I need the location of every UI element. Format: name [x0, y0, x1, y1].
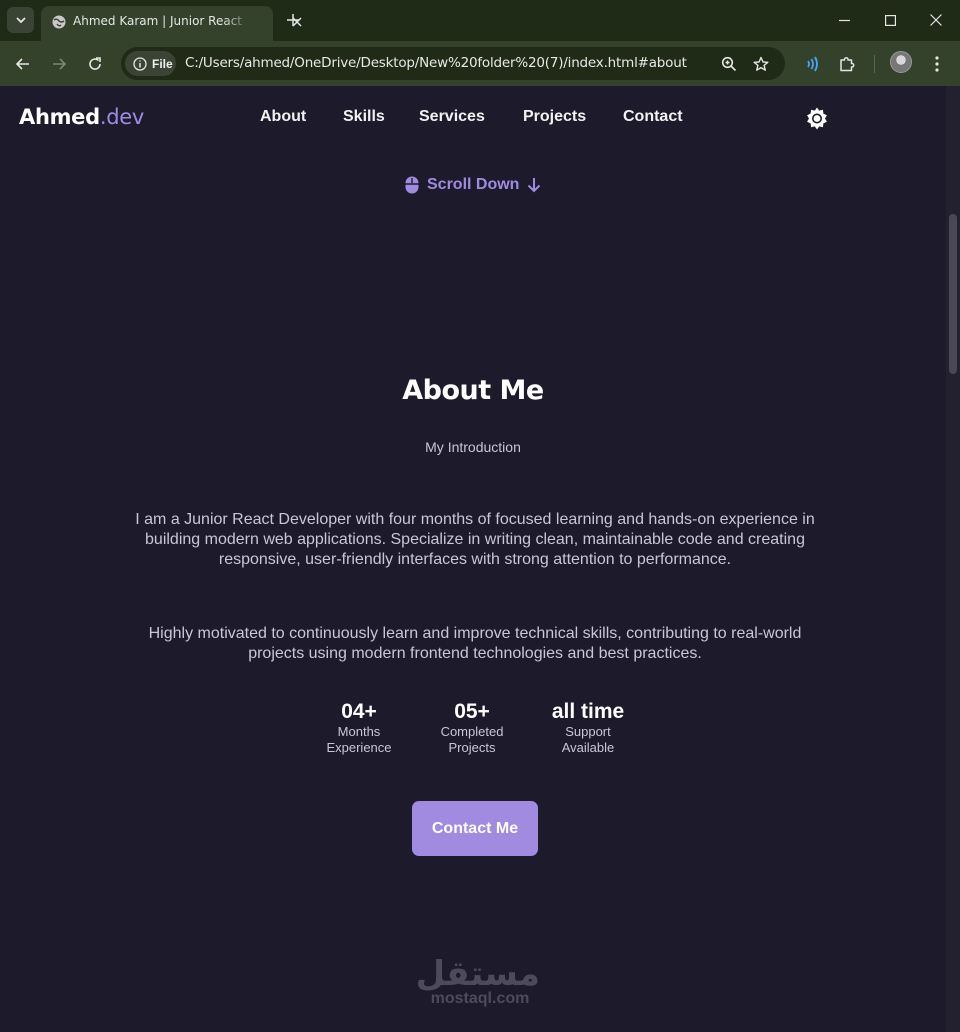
nav-services[interactable]: Services	[419, 108, 485, 126]
about-paragraph-1: I am a Junior React Developer with four …	[135, 511, 815, 568]
about-title: About Me	[402, 375, 544, 406]
broadcast-icon	[807, 56, 818, 72]
stat-label: Experience	[326, 740, 392, 755]
arrow-down-icon	[528, 178, 541, 193]
page-scrollbar[interactable]	[946, 86, 960, 1032]
info-icon	[133, 56, 147, 71]
browser-menu-button[interactable]	[925, 52, 949, 76]
zoom-icon	[721, 56, 737, 72]
brand-accent: .dev	[99, 105, 145, 129]
browser-toolbar: File C:/Users/ahmed/OneDrive/Desktop/New…	[0, 41, 960, 86]
brand-logo[interactable]: Ahmed.dev	[19, 105, 144, 129]
stat-experience: 04+ Months Experience	[319, 700, 399, 756]
stat-label: Support	[565, 724, 611, 739]
minimize-button[interactable]	[821, 6, 867, 34]
stat-support: all time Support Available	[543, 700, 633, 756]
nav-projects[interactable]: Projects	[523, 108, 586, 126]
tab-title: Ahmed Karam | Junior React Developer	[73, 14, 243, 28]
scroll-down-link[interactable]: Scroll Down	[405, 176, 541, 194]
plus-icon	[287, 14, 299, 26]
stat-label: Available	[561, 740, 615, 755]
arrow-left-icon	[15, 58, 29, 70]
extensions-button[interactable]	[835, 52, 859, 76]
watermark-latin: mostaql.com	[430, 990, 530, 1007]
reload-button[interactable]	[81, 50, 109, 78]
minimize-icon	[838, 19, 850, 21]
tab-title-fade	[223, 12, 253, 34]
bookmark-button[interactable]	[750, 53, 772, 75]
chevron-down-icon	[15, 17, 26, 24]
star-icon	[753, 56, 769, 71]
media-control-button[interactable]	[799, 52, 823, 76]
toolbar-separator	[874, 55, 875, 73]
window-close-button[interactable]	[913, 6, 959, 34]
stat-label: Months	[337, 724, 381, 739]
forward-button[interactable]	[45, 50, 73, 78]
new-tab-button[interactable]	[282, 9, 304, 31]
maximize-button[interactable]	[867, 6, 913, 34]
about-paragraph-2: Highly motivated to continuously learn a…	[148, 625, 802, 662]
nav-about[interactable]: About	[260, 108, 306, 126]
profile-avatar[interactable]	[890, 51, 912, 73]
sun-icon	[807, 107, 827, 130]
brand-name: Ahmed	[19, 105, 100, 129]
tab-search-button[interactable]	[7, 7, 34, 33]
site-info-chip[interactable]: File	[125, 51, 176, 76]
watermark-arabic: مستقل	[415, 954, 540, 994]
scrollbar-thumb[interactable]	[949, 214, 957, 374]
stat-number: 05+	[454, 700, 490, 723]
globe-icon	[52, 15, 66, 29]
stat-number: all time	[551, 700, 625, 723]
mouse-icon	[405, 176, 419, 194]
back-button[interactable]	[9, 50, 37, 78]
mostaql-watermark: مستقل mostaql.com	[415, 954, 540, 1007]
url-text: C:/Users/ahmed/OneDrive/Desktop/New%20fo…	[185, 55, 687, 71]
reload-icon	[89, 57, 101, 70]
scroll-down-label: Scroll Down	[427, 176, 520, 193]
browser-tab[interactable]: Ahmed Karam | Junior React Developer	[41, 6, 302, 41]
more-vertical-icon	[935, 56, 939, 72]
zoom-button[interactable]	[718, 53, 740, 75]
arrow-right-icon	[53, 58, 67, 70]
nav-contact[interactable]: Contact	[623, 108, 683, 126]
stat-number: 04+	[341, 700, 377, 723]
close-icon	[930, 14, 942, 26]
stat-projects: 05+ Completed Projects	[432, 700, 512, 756]
page-viewport: Ahmed.dev About Skills Services Projects…	[0, 86, 946, 1032]
site-chip-label: File	[152, 56, 173, 71]
address-bar[interactable]: File C:/Users/ahmed/OneDrive/Desktop/New…	[121, 47, 785, 80]
about-subtitle: My Introduction	[425, 439, 521, 455]
contact-me-button[interactable]: Contact Me	[412, 801, 538, 856]
stat-label: Completed	[440, 724, 504, 739]
stat-label: Projects	[448, 740, 496, 755]
theme-toggle-button[interactable]	[804, 105, 830, 131]
browser-tab-bar: Ahmed Karam | Junior React Developer	[0, 0, 960, 41]
puzzle-icon	[840, 57, 855, 72]
nav-skills[interactable]: Skills	[343, 108, 385, 126]
maximize-icon	[884, 14, 896, 26]
